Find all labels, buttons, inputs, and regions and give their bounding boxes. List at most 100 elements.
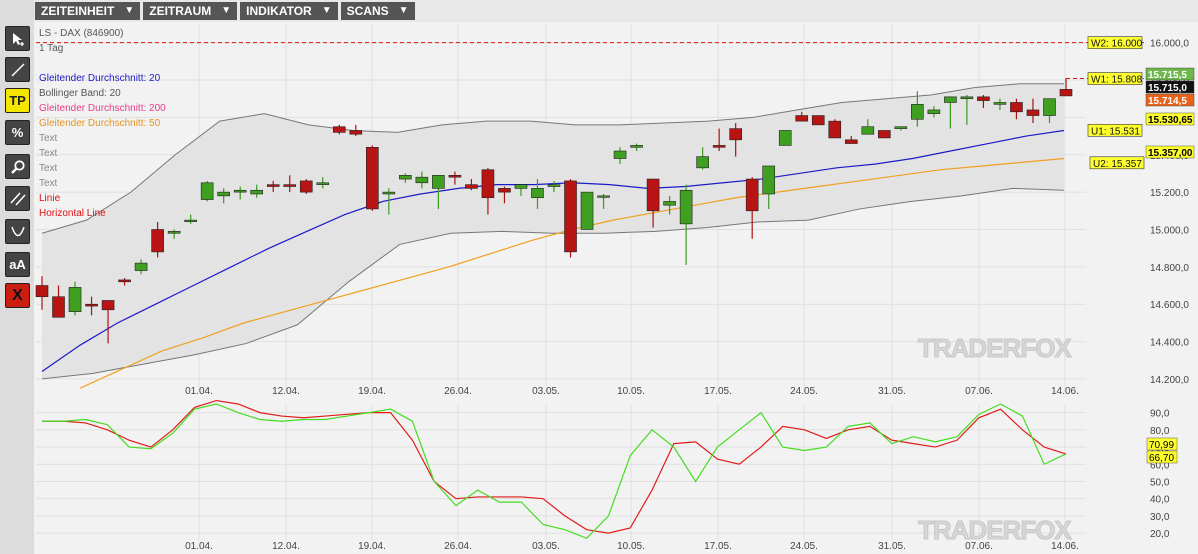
y-axis-tick-label: 14.200,0 xyxy=(1150,375,1189,386)
candle-body xyxy=(960,96,974,100)
x-axis-tick-label: 10.05. xyxy=(617,386,645,397)
candle-body xyxy=(366,146,379,210)
y-axis-tick-label: 14.600,0 xyxy=(1150,300,1189,311)
candle-body xyxy=(613,150,627,159)
candle-body xyxy=(564,180,577,253)
candle-body xyxy=(1026,109,1040,116)
watermark: TRADERFOX xyxy=(918,515,1072,545)
candle-body xyxy=(778,130,792,146)
x-axis-tick-label: 03.05. xyxy=(532,386,560,397)
candle xyxy=(828,119,842,139)
legend-item[interactable]: Text xyxy=(39,131,57,146)
oscillator-x-tick-label: 12.04. xyxy=(272,541,300,552)
candle-body xyxy=(415,176,429,184)
candle-body xyxy=(795,115,809,122)
instrument-label: LS - DAX (846900) xyxy=(39,28,124,39)
candle-body xyxy=(514,184,528,189)
x-axis-tick-label: 17.05. xyxy=(704,386,732,397)
oscillator-y-tick-label: 20,0 xyxy=(1150,529,1170,540)
candle-body xyxy=(547,184,561,187)
candle xyxy=(811,115,825,126)
legend-item[interactable]: Linie xyxy=(39,191,60,206)
price-tag-label: 15.714,5 xyxy=(1148,96,1187,107)
candle-body xyxy=(283,184,297,187)
candle xyxy=(366,145,379,211)
price-chart[interactable]: 14.200,0 14.400,0 14.600,0 14.800,0 15.000,0… xyxy=(0,0,1198,554)
candle-body xyxy=(217,191,230,197)
oscillator-x-tick-label: 31.05. xyxy=(878,541,906,552)
y-axis-tick-label: 14.800,0 xyxy=(1150,263,1189,274)
level-label: U1: 15.531 xyxy=(1091,126,1140,137)
candle-body xyxy=(266,184,280,187)
legend-item[interactable]: Horizontal Line xyxy=(39,206,106,221)
candle-body xyxy=(448,175,462,178)
oscillator-x-tick-label: 17.05. xyxy=(704,541,732,552)
price-tag-label: 15.357,00 xyxy=(1148,148,1193,159)
legend-item[interactable]: Text xyxy=(39,146,57,161)
candle-body xyxy=(993,102,1007,105)
candle-body xyxy=(811,115,825,126)
candle-body xyxy=(696,156,709,169)
candle xyxy=(200,180,214,202)
price-tag-label: 15.715,0 xyxy=(1148,83,1187,94)
candle-body xyxy=(977,96,990,101)
candle xyxy=(299,179,313,194)
candle-body xyxy=(911,104,924,120)
candle-body xyxy=(1010,102,1023,113)
oscillator-y-tick-label: 80,0 xyxy=(1150,426,1170,437)
candle-body xyxy=(465,184,478,189)
candle-body xyxy=(944,96,957,103)
x-axis-tick-label: 07.06. xyxy=(965,386,993,397)
candle xyxy=(564,179,577,258)
candle-body xyxy=(894,126,908,129)
candle-body xyxy=(35,285,49,298)
candle-body xyxy=(101,300,115,311)
candle-body xyxy=(134,262,148,271)
candle xyxy=(580,191,594,230)
candle-body xyxy=(762,165,776,195)
candle-body xyxy=(382,191,396,195)
price-tag-label: 15.715,5 xyxy=(1148,70,1187,81)
candle-body xyxy=(85,303,98,307)
candle-body xyxy=(745,178,759,212)
candle-body xyxy=(1059,89,1073,97)
candle-body xyxy=(316,182,330,185)
candle-body xyxy=(167,231,181,234)
candle-body xyxy=(349,130,363,135)
candle-body xyxy=(861,126,875,135)
candle-body xyxy=(580,191,594,230)
candle-body xyxy=(118,279,131,283)
oscillator-x-tick-label: 24.05. xyxy=(790,541,818,552)
candle-body xyxy=(531,188,544,199)
candle-body xyxy=(927,109,941,114)
legend-item[interactable]: Gleitender Durchschnitt: 20 xyxy=(39,71,160,86)
legend-item[interactable]: Gleitender Durchschnitt: 200 xyxy=(39,101,166,116)
candle-body xyxy=(481,169,495,199)
x-axis-tick-label: 14.06. xyxy=(1051,386,1079,397)
candle-body xyxy=(332,126,346,133)
level-label: W2: 16.000 xyxy=(1091,39,1143,50)
legend-item[interactable]: Text xyxy=(39,161,57,176)
candle-body xyxy=(52,296,65,318)
candle-body xyxy=(200,182,214,200)
oscillator-y-tick-label: 50,0 xyxy=(1150,477,1170,488)
candle-body xyxy=(712,145,726,148)
x-axis-tick-label: 12.04. xyxy=(272,386,300,397)
legend-item[interactable]: Text xyxy=(39,176,57,191)
candle-body xyxy=(597,195,610,198)
oscillator-x-tick-label: 01.04. xyxy=(185,541,213,552)
candle-body xyxy=(68,287,82,312)
legend-item[interactable]: Gleitender Durchschnitt: 50 xyxy=(39,116,160,131)
y-axis-tick-label: 14.400,0 xyxy=(1150,338,1189,349)
oscillator-x-tick-label: 10.05. xyxy=(617,541,645,552)
candle-body xyxy=(184,219,197,222)
candle-body xyxy=(729,128,742,141)
candle-body xyxy=(399,175,412,180)
oscillator-x-tick-label: 26.04. xyxy=(444,541,472,552)
oscillator-y-tick-label: 30,0 xyxy=(1150,512,1170,523)
x-axis-tick-label: 19.04. xyxy=(358,386,386,397)
candle-body xyxy=(878,130,891,139)
legend-item[interactable]: Bollinger Band: 20 xyxy=(39,86,121,101)
candle-body xyxy=(630,145,643,148)
candle-body xyxy=(663,201,676,206)
